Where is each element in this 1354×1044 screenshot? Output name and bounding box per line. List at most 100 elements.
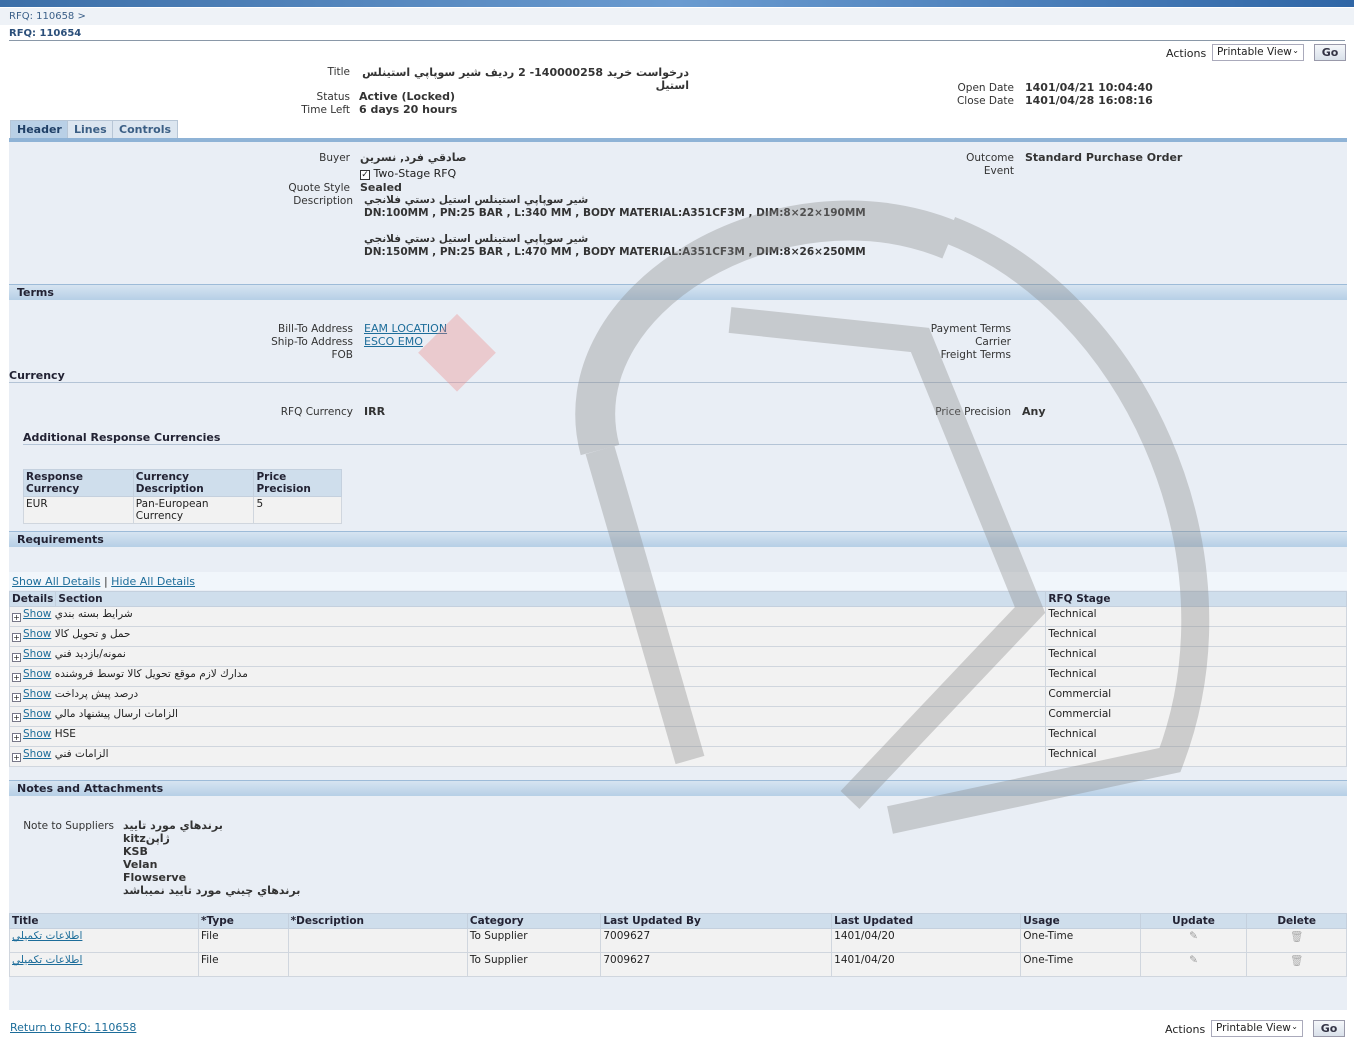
section-name: درصد پيش پرداخت [54,688,139,700]
expand-plus-icon[interactable]: + [12,653,21,662]
column-header: RFQ Stage [1045,591,1347,607]
title-label: Title [327,66,350,78]
show-all-details-link[interactable]: Show All Details [12,575,100,588]
actions-select-bottom[interactable]: Printable View ⌄ [1211,1020,1303,1037]
open-date-label: Open Date [957,82,1014,94]
column-header: *Type [197,913,289,929]
breadcrumb-separator: > [77,11,86,22]
two-stage-checkbox[interactable]: ✓ Two-Stage RFQ [360,167,456,180]
table-row: + Show HSE Technical [8,726,1347,747]
open-date-value: 1401/04/21 10:04:40 [1025,81,1153,94]
table-row: + Show الزامات ارسال پيشنهاد مالي Commerci… [8,706,1347,727]
note-line: برندهاي چيني مورد تاييد نميباشد [123,884,301,897]
note-to-suppliers-value: برندهاي مورد تاييد kitzژاپن KSB Velan Flowse… [123,819,300,897]
column-header: Details [8,591,57,607]
cell: 1401/04/20 [831,928,1022,953]
description-line: شير سوپاپي استينلس استيل دستي فلانجي [364,194,589,206]
rfq-stage-cell: Technical [1045,666,1347,687]
cell: One-Time [1020,952,1141,977]
requirements-table: Details Section RFQ Stage + Show شرايط بسته… [8,591,1347,767]
expand-plus-icon[interactable]: + [12,633,21,642]
show-details-link[interactable]: Show [23,648,51,660]
attachment-title-link[interactable]: اطلاعات تكميلي [12,954,82,966]
actions-selected: Printable View [1216,1022,1291,1034]
section-name: حمل و تحويل كالا [54,628,131,640]
ship-to-link[interactable]: ESCO EMO [364,335,423,348]
delete-trash-icon[interactable]: 🗑 [1246,928,1347,953]
actions-label-bottom: Actions [1165,1023,1206,1036]
expand-plus-icon[interactable]: + [12,733,21,742]
table-row: + Show درصد پيش پرداخت Commercial [8,686,1347,707]
rfq-stage-cell: Commercial [1045,686,1347,707]
actions-label: Actions [1166,47,1207,60]
section-name: شرايط بسته بندي [54,608,133,620]
column-header: Currency Description [132,469,255,497]
column-header: Response Currency [23,469,134,497]
show-details-link[interactable]: Show [23,668,51,680]
expand-plus-icon[interactable]: + [12,753,21,762]
delete-trash-icon[interactable]: 🗑 [1246,952,1347,977]
cell [287,952,468,977]
show-details-link[interactable]: Show [23,708,51,720]
table-row: اطلاعات تكميلي File To Supplier 7009627 1401… [9,952,1347,977]
attachment-title-link[interactable]: اطلاعات تكميلي [12,930,82,942]
attachments-table: Title *Type *Description Category Last Updat… [9,913,1347,977]
column-header: Price Precision [253,469,342,497]
description-line: شير سوپاپي استينلس استيل دستي فلانجي [364,233,589,245]
hide-all-details-link[interactable]: Hide All Details [111,575,195,588]
time-left-label: Time Left [301,104,350,116]
column-header: Category [466,913,602,929]
description-value: شير سوپاپي استينلس استيل دستي فلانجي DN:… [364,194,866,259]
chevron-down-icon: ⌄ [1291,1022,1298,1031]
show-details-link[interactable]: Show [23,628,51,640]
section-name: HSE [54,728,76,740]
rfq-stage-cell: Technical [1045,746,1347,767]
show-details-link[interactable]: Show [23,728,51,740]
go-button-bottom[interactable]: Go [1313,1020,1345,1037]
outcome-value: Standard Purchase Order [1025,151,1183,164]
bill-to-label: Bill-To Address [278,323,353,335]
requirements-section-header: Requirements [9,531,1347,547]
show-details-link[interactable]: Show [23,608,51,620]
update-pencil-icon[interactable]: ✎ [1139,928,1248,953]
rfq-stage-cell: Technical [1045,606,1347,627]
time-left-value: 6 days 20 hours [359,103,458,116]
update-pencil-icon[interactable]: ✎ [1139,952,1248,977]
show-details-link[interactable]: Show [23,748,51,760]
expand-plus-icon[interactable]: + [12,713,21,722]
quote-style-label: Quote Style [288,182,350,194]
price-precision-label: Price Precision [935,406,1011,418]
expand-plus-icon[interactable]: + [12,613,21,622]
rfq-stage-cell: Technical [1045,626,1347,647]
table-row: + Show مدارك لازم موقع تحويل كالا توسط فر… [8,666,1347,687]
description-line: DN:150MM , PN:25 BAR , L:470 MM , BODY M… [364,246,866,258]
event-label: Event [983,165,1014,177]
cell: To Supplier [466,928,602,953]
buyer-value: صادقي فرد, نسرين [360,151,467,164]
breadcrumb-link[interactable]: RFQ: 110658 [9,11,74,22]
go-button[interactable]: Go [1314,44,1346,61]
close-date-label: Close Date [956,95,1014,107]
description-label: Description [293,195,353,207]
expand-plus-icon[interactable]: + [12,673,21,682]
cell: To Supplier [466,952,602,977]
expand-plus-icon[interactable]: + [12,693,21,702]
bill-to-link[interactable]: EAM LOCATION [364,322,447,335]
rfq-stage-cell: Commercial [1045,706,1347,727]
tab-lines[interactable]: Lines [67,120,114,138]
tab-header[interactable]: Header [10,120,69,138]
cell: 7009627 [600,952,833,977]
description-line: DN:100MM , PN:25 BAR , L:340 MM , BODY M… [364,207,866,219]
rfq-currency-label: RFQ Currency [280,406,353,418]
return-link[interactable]: Return to RFQ: 110658 [10,1021,136,1034]
table-row: + Show الزامات فني Technical [8,746,1347,767]
show-details-link[interactable]: Show [23,688,51,700]
section-name: الزامات ارسال پيشنهاد مالي [54,708,178,720]
payment-terms-label: Payment Terms [930,323,1011,335]
tab-controls[interactable]: Controls [112,120,179,138]
terms-section-header: Terms [9,284,1347,300]
notes-section-header: Notes and Attachments [9,780,1347,796]
actions-select[interactable]: Printable View ⌄ [1212,44,1304,61]
note-line: kitzژاپن [123,832,170,845]
note-line: Flowserve [123,871,187,884]
